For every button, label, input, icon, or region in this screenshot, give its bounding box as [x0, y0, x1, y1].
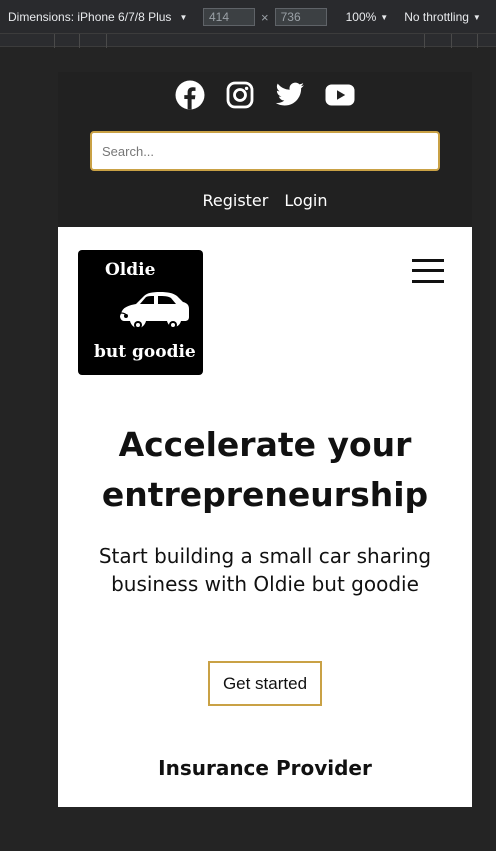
auth-links: Register Login: [58, 191, 472, 210]
insurance-provider-heading: Insurance Provider: [158, 756, 372, 780]
zoom-label: 100%: [345, 10, 377, 24]
social-links: [58, 80, 472, 112]
device-dimensions-dropdown[interactable]: Dimensions: iPhone 6/7/8 Plus ▼: [8, 10, 203, 24]
logo-text-bottom: but goodie: [94, 342, 196, 362]
oldie-but-goodie-logo[interactable]: Oldie but goodie: [78, 250, 203, 375]
register-link[interactable]: Register: [202, 191, 268, 210]
search-input[interactable]: [90, 131, 440, 171]
chevron-down-icon: ▼: [179, 12, 188, 22]
media-query-ruler: [0, 33, 496, 48]
top-header: Register Login: [58, 72, 472, 227]
viewport-height-input[interactable]: 736: [274, 8, 327, 26]
hero-subtitle: Start building a small car sharing busin…: [98, 544, 432, 596]
facebook-icon[interactable]: [175, 80, 205, 110]
zoom-dropdown[interactable]: 100% ▼: [346, 10, 389, 24]
throttling-dropdown[interactable]: No throttling ▼: [404, 10, 481, 24]
logo-text-top: Oldie: [105, 260, 156, 280]
dimension-separator: ×: [261, 9, 269, 25]
devtools-toolbar: Dimensions: iPhone 6/7/8 Plus ▼ 414 × 73…: [0, 0, 496, 34]
vintage-car-icon: [120, 292, 189, 329]
dimensions-label: Dimensions: iPhone 6/7/8 Plus: [8, 10, 172, 24]
throttling-label: No throttling: [404, 10, 469, 24]
page-viewport: Register Login Oldie but goodie Accelera…: [58, 72, 472, 807]
login-link[interactable]: Login: [284, 191, 327, 210]
hamburger-menu-icon[interactable]: [412, 259, 444, 283]
viewport-width-input[interactable]: 414: [203, 8, 255, 26]
youtube-icon[interactable]: [325, 80, 355, 110]
instagram-icon[interactable]: [225, 80, 255, 110]
twitter-icon[interactable]: [275, 80, 305, 110]
chevron-down-icon: ▼: [380, 12, 389, 22]
get-started-button[interactable]: Get started: [208, 661, 322, 706]
hero-title: Accelerate your entrepreneurship: [101, 425, 429, 514]
chevron-down-icon: ▼: [472, 12, 481, 22]
